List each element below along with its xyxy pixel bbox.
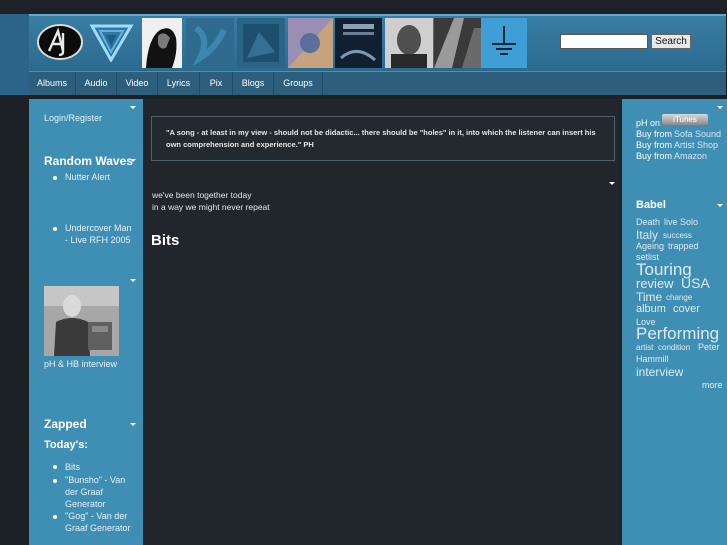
tag-link[interactable]: artist	[636, 344, 653, 352]
tag-link[interactable]: Italy	[636, 229, 658, 241]
zapped-heading: Zapped	[44, 417, 87, 431]
tag-link[interactable]: success	[663, 232, 692, 240]
tag-link[interactable]: Peter	[698, 343, 720, 352]
album-cover-5[interactable]	[335, 18, 382, 68]
buy-amazon-link[interactable]: Amazon	[674, 150, 707, 162]
tag-link[interactable]: Ageing	[636, 242, 664, 251]
itunes-button[interactable]: iTunes	[662, 114, 708, 125]
tag-link[interactable]: Performing	[636, 325, 719, 342]
nav-video[interactable]: Video	[117, 72, 158, 96]
nav-groups[interactable]: Groups	[274, 72, 323, 96]
interview-photo[interactable]	[44, 286, 119, 356]
tag-link[interactable]: review	[636, 277, 674, 290]
bullet-icon	[53, 465, 57, 469]
tag-link[interactable]: album	[636, 304, 666, 315]
tag-link[interactable]: Hammill	[636, 355, 669, 364]
collapse-caret-icon[interactable]	[130, 106, 136, 109]
tag-link[interactable]: Death	[636, 218, 660, 227]
search-input[interactable]	[560, 34, 648, 49]
random-waves-heading: Random Waves	[44, 154, 133, 168]
login-register-link[interactable]: Login/Register	[44, 112, 102, 124]
zapped-item[interactable]: "Gog" - Van der Graaf Generator	[65, 510, 137, 534]
post-title[interactable]: Bits	[151, 232, 179, 249]
more-tags-link[interactable]: more	[702, 379, 723, 391]
nav-blogs[interactable]: Blogs	[233, 72, 274, 96]
tag-link[interactable]: Solo	[680, 218, 698, 227]
todays-heading: Today's:	[44, 439, 88, 451]
bullet-icon	[53, 227, 57, 231]
tag-link[interactable]: interview	[636, 366, 683, 378]
photo-caption-link[interactable]: pH & HB interview	[44, 358, 117, 370]
nav-lyrics[interactable]: Lyrics	[158, 72, 200, 96]
buy-label: Buy from	[636, 151, 673, 161]
collapse-caret-icon[interactable]	[609, 182, 615, 185]
tag-link[interactable]: USA	[681, 276, 710, 290]
zapped-item[interactable]: "Bunsho" - Van der Graaf Generator	[65, 474, 133, 510]
collapse-caret-icon[interactable]	[130, 279, 136, 282]
tag-link[interactable]: change	[666, 294, 692, 302]
header-strip	[29, 14, 726, 16]
album-cover-4[interactable]	[288, 18, 333, 68]
site-logo[interactable]	[36, 22, 84, 62]
bullet-icon	[53, 176, 57, 180]
quote-text: "A song - at least in my view - should n…	[166, 128, 596, 149]
ground-symbol-tile[interactable]	[481, 18, 527, 68]
album-cover-2[interactable]	[186, 18, 234, 68]
collapse-caret-icon[interactable]	[130, 423, 136, 426]
left-sidebar: Login/Register Random Waves Nutter Alert…	[29, 99, 143, 545]
album-cover-3[interactable]	[237, 18, 285, 68]
site-header: Search	[29, 14, 726, 71]
album-cover-7[interactable]	[434, 18, 481, 68]
main-content	[143, 99, 621, 545]
bullet-icon	[53, 515, 57, 519]
babel-heading: Babel	[636, 199, 666, 211]
right-sidebar: pH on iTunes Buy from Sofa Sound Buy fro…	[622, 99, 727, 545]
lyric-line-2: in a way we might never repeat	[152, 202, 270, 212]
quote-box: "A song - at least in my view - should n…	[151, 116, 615, 161]
collapse-caret-icon[interactable]	[130, 159, 136, 162]
zapped-item[interactable]: Bits	[65, 461, 80, 473]
top-band	[0, 0, 727, 14]
tag-link[interactable]: condition	[658, 344, 690, 352]
tag-link[interactable]: Time	[636, 291, 662, 303]
lyric-line-1: we've been together today	[152, 190, 252, 200]
header-left-band	[0, 14, 29, 95]
nav-pix[interactable]: Pix	[200, 72, 233, 96]
bullet-icon	[53, 479, 57, 483]
tag-link[interactable]: cover	[673, 304, 700, 315]
collapse-caret-icon[interactable]	[717, 204, 723, 207]
tag-link[interactable]: live	[664, 218, 678, 227]
triangle-logo-icon[interactable]	[89, 22, 134, 62]
tag-link[interactable]: trapped	[668, 242, 699, 251]
nav-albums[interactable]: Albums	[29, 72, 76, 96]
nav-audio[interactable]: Audio	[76, 72, 117, 96]
search-button[interactable]: Search	[651, 34, 691, 49]
album-cover-6[interactable]	[385, 18, 433, 68]
collapse-caret-icon[interactable]	[717, 106, 723, 109]
random-waves-item[interactable]: Nutter Alert	[65, 171, 110, 183]
random-waves-item[interactable]: Undercover Man - Live RFH 2005	[65, 222, 137, 246]
main-nav: Albums Audio Video Lyrics Pix Blogs Grou…	[29, 71, 726, 96]
album-cover-1[interactable]	[142, 18, 182, 68]
